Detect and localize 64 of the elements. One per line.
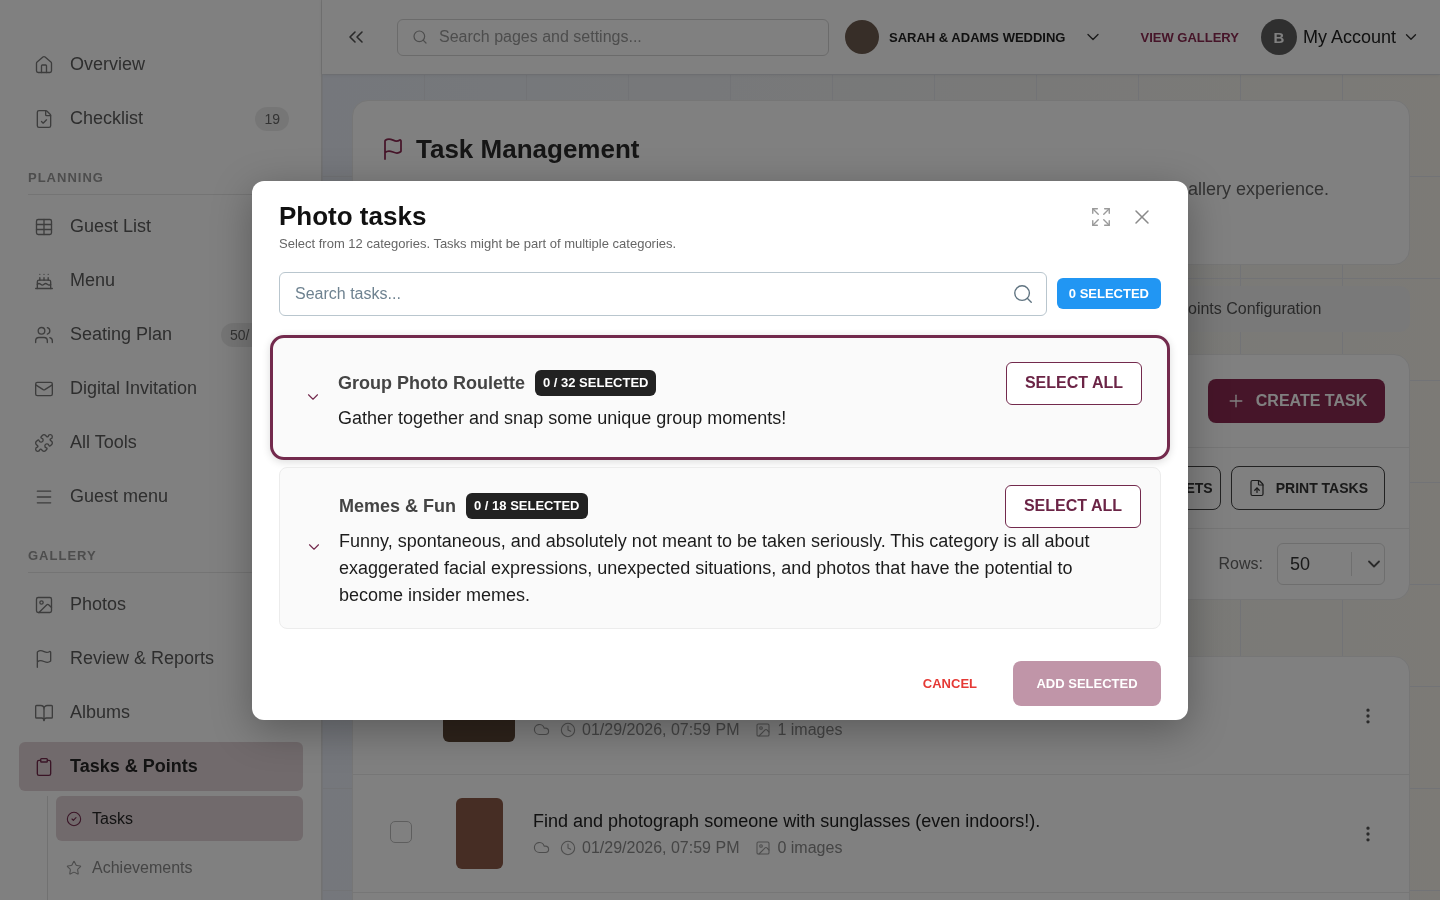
sidebar-item[interactable]: Tasks & Points <box>19 742 303 791</box>
selection-count-badge: 0 / 18 SELECTED <box>466 493 588 519</box>
user-avatar: B <box>1260 19 1297 55</box>
task-title: Find and photograph someone with sunglasses (even indoors!). <box>533 809 1042 832</box>
search-icon <box>1011 282 1034 305</box>
puzzle-icon <box>34 432 54 453</box>
photo-placeholder <box>455 798 503 869</box>
row-checkbox[interactable] <box>390 820 412 843</box>
check-circle-icon <box>66 810 82 827</box>
cloud-icon <box>533 839 550 856</box>
sidebar-subitem[interactable]: Tasks <box>56 796 303 841</box>
image-icon <box>755 839 772 856</box>
category-title: Group Photo Roulette <box>338 372 525 394</box>
image-icon <box>755 721 772 738</box>
sidebar-item[interactable]: Checklist 19 <box>19 94 303 143</box>
dialog-subtitle: Select from 12 categories. Tasks might be part of multiple categories. <box>279 234 677 253</box>
category-description: Gather together and snap some unique group moments! <box>338 406 788 430</box>
create-task-button[interactable]: CREATE TASK <box>1208 379 1385 423</box>
people-icon <box>34 324 54 345</box>
rows-label: Rows: <box>1218 555 1263 573</box>
category-card[interactable] <box>279 466 1161 629</box>
selection-count-badge: 0 / 32 SELECTED <box>535 370 657 396</box>
sidebar-item[interactable]: Guest menu <box>19 472 303 521</box>
avatar-photo <box>845 20 879 54</box>
account-menu[interactable]: B My Account <box>1260 19 1420 55</box>
sidebar-item[interactable]: Photos <box>19 580 303 629</box>
cloud-icon <box>533 721 550 738</box>
image-count: 0 images <box>777 837 843 858</box>
home-icon <box>34 54 54 75</box>
clock-icon <box>560 721 576 738</box>
star-icon <box>66 859 82 876</box>
category-card[interactable]: Group Photo Roulette 0 / 32 SELECTED SELECT ALL Gather together and snap some unique group moments! <box>270 334 1170 460</box>
select-all-button[interactable]: SELECT ALL <box>1005 361 1142 405</box>
view-gallery-link[interactable]: VIEW GALLERY <box>1140 29 1239 45</box>
selected-count-button[interactable]: 0 SELECTED <box>1056 278 1161 309</box>
select-all-button[interactable]: SELECT ALL <box>1004 484 1141 528</box>
flag-icon <box>34 648 54 669</box>
category-description: Funny, spontaneous, and absolutely not meant to be taken seriously. This category is all about exaggerated facial expressions, unexpected situations, and photos that have the potential to become insider memes. <box>339 529 1091 607</box>
clock-icon <box>560 839 576 856</box>
clipboard-icon <box>34 756 54 777</box>
task-date: 01/29/2026, 07:59 PM <box>582 837 740 858</box>
page-description: allery experience. <box>1188 178 1330 201</box>
task-search-field[interactable]: Search tasks... <box>279 271 1047 316</box>
count-badge: 19 <box>255 106 289 131</box>
tab[interactable]: oints Configuration <box>1188 300 1322 318</box>
expand-arrows-icon[interactable] <box>1090 205 1112 228</box>
book-icon <box>34 702 54 723</box>
page-title: Task Management <box>416 133 640 165</box>
cancel-button[interactable]: CANCEL <box>922 675 977 691</box>
file-check-icon <box>34 108 54 129</box>
category-title: Memes & Fun <box>339 495 457 517</box>
flag-icon <box>381 137 405 161</box>
dialog-title: Photo tasks <box>279 199 427 232</box>
image-icon <box>34 594 54 615</box>
sidebar-item[interactable]: Review & Reports <box>19 634 303 683</box>
file-upload-icon <box>1247 479 1266 497</box>
print-tasks-button[interactable]: PRINT TASKS <box>1230 466 1385 510</box>
sidebar-item[interactable]: Overview <box>19 40 303 89</box>
sidebar-subitem[interactable]: Achievements <box>56 845 303 890</box>
search-icon <box>412 29 428 45</box>
sidebar-item[interactable]: Albums <box>19 688 303 737</box>
event-selector[interactable]: SARAH & ADAMS WEDDING <box>845 20 1104 54</box>
rows-select[interactable]: 50 <box>1277 543 1385 585</box>
table-icon <box>34 216 54 237</box>
